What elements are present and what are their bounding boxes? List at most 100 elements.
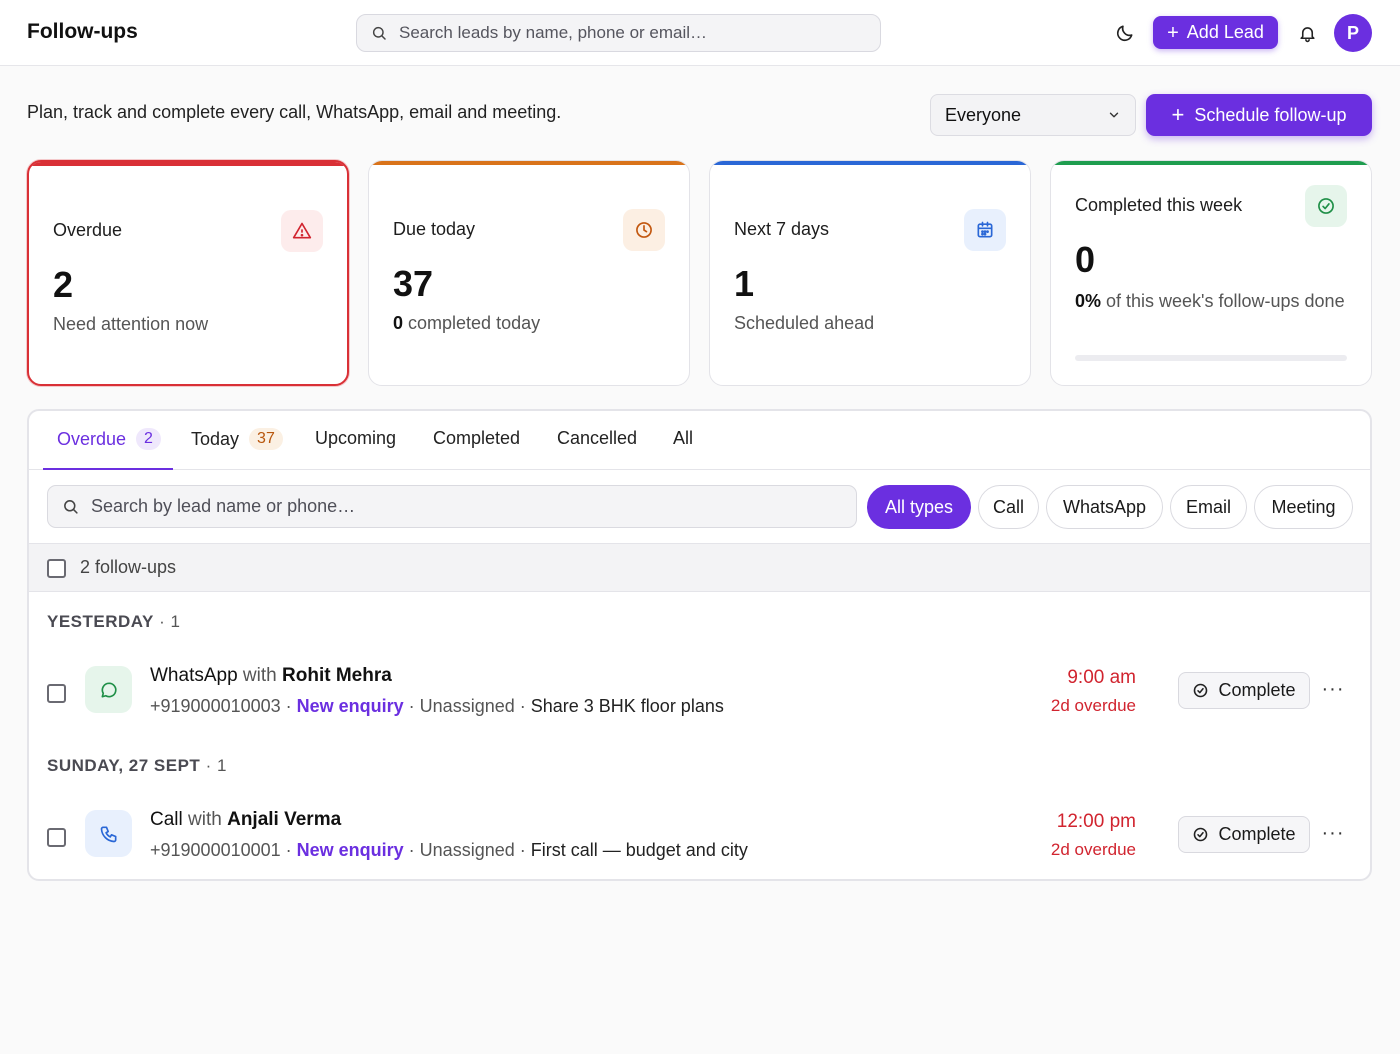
check-circle-icon bbox=[1194, 827, 1208, 842]
due-time: 12:00 pm bbox=[1056, 811, 1136, 832]
calendar-icon bbox=[977, 221, 993, 238]
stat-card-overdue[interactable]: Overdue 2 Need attention now bbox=[27, 160, 349, 386]
row-details: +919000010003 · New enquiry · Unassigned… bbox=[150, 696, 724, 717]
user-avatar[interactable]: P bbox=[1334, 14, 1372, 52]
stat-title: Completed this week bbox=[1075, 195, 1243, 215]
tab-cancelled[interactable]: Cancelled bbox=[557, 428, 637, 449]
follow-up-row[interactable]: WhatsApp with Rohit Mehra +919000010003 … bbox=[29, 656, 1370, 736]
lead-search-placeholder: Search by lead name or phone… bbox=[91, 496, 356, 516]
type-icon-wrap bbox=[85, 810, 132, 857]
stat-subtext: 0 completed today bbox=[393, 313, 540, 334]
follow-ups-count: 2 follow-ups bbox=[80, 557, 177, 577]
follow-up-row[interactable]: Call with Anjali Verma +919000010001 · N… bbox=[29, 800, 1370, 879]
stat-card-completed-week[interactable]: Completed this week 0 0% of this week's … bbox=[1050, 160, 1372, 386]
lead-name[interactable]: Rohit Mehra bbox=[282, 665, 392, 686]
tab-label: Overdue bbox=[57, 428, 127, 449]
completed-today-text: completed today bbox=[403, 313, 541, 333]
stat-title: Overdue bbox=[53, 220, 123, 240]
type-chip-call[interactable]: Call bbox=[978, 485, 1039, 529]
assignee: Unassigned bbox=[419, 696, 515, 716]
card-accent bbox=[29, 162, 347, 166]
check-circle-icon bbox=[1318, 198, 1334, 214]
tab-today[interactable]: Today 37 bbox=[191, 428, 283, 450]
select-all-checkbox[interactable] bbox=[47, 559, 66, 578]
clock-icon bbox=[636, 222, 652, 238]
warning-triangle-icon bbox=[292, 222, 312, 239]
lead-phone: +919000010003 bbox=[150, 696, 281, 716]
completed-today-count: 0 bbox=[393, 313, 404, 333]
notifications-button[interactable] bbox=[1292, 18, 1322, 48]
global-search-placeholder: Search leads by name, phone or email… bbox=[399, 23, 708, 42]
row-checkbox[interactable] bbox=[47, 684, 66, 703]
type-chip-all[interactable]: All types bbox=[867, 485, 971, 529]
separator: · bbox=[403, 696, 420, 716]
group-header: SUNDAY, 27 SEPT · 1 bbox=[47, 756, 227, 776]
tab-upcoming[interactable]: Upcoming bbox=[315, 428, 396, 449]
stat-subtext: 0% of this week's follow-ups done bbox=[1075, 287, 1345, 315]
tab-label: Upcoming bbox=[315, 428, 397, 448]
more-options-icon[interactable]: ··· bbox=[1322, 676, 1344, 702]
complete-button[interactable]: Complete bbox=[1178, 672, 1310, 709]
separator: · bbox=[403, 840, 420, 860]
row-title: WhatsApp with Rohit Mehra bbox=[150, 665, 392, 687]
stat-icon-wrap bbox=[964, 209, 1006, 251]
bell-icon bbox=[1299, 26, 1315, 42]
stat-icon-wrap bbox=[623, 209, 665, 251]
stat-card-next-7-days[interactable]: Next 7 days 1 Scheduled ahead bbox=[709, 160, 1031, 386]
lead-search-input[interactable]: Search by lead name or phone… bbox=[47, 485, 857, 528]
row-checkbox[interactable] bbox=[47, 828, 66, 847]
overdue-label: 2d overdue bbox=[1050, 696, 1136, 715]
tab-completed[interactable]: Completed bbox=[433, 428, 520, 449]
week-progress-bar bbox=[1075, 355, 1347, 361]
theme-toggle-button[interactable] bbox=[1110, 18, 1140, 48]
separator: · bbox=[280, 840, 297, 860]
stat-icon-wrap bbox=[1305, 185, 1347, 227]
lead-stage: New enquiry bbox=[296, 840, 404, 860]
stat-icon-wrap bbox=[281, 210, 323, 252]
card-accent bbox=[369, 161, 689, 165]
complete-button[interactable]: Complete bbox=[1178, 816, 1310, 853]
follow-up-note: First call — budget and city bbox=[530, 840, 748, 860]
separator: · bbox=[514, 840, 531, 860]
type-chip-email[interactable]: Email bbox=[1170, 485, 1247, 529]
stat-value: 0 bbox=[1075, 239, 1096, 280]
assignee: Unassigned bbox=[419, 840, 515, 860]
add-lead-label: Add Lead bbox=[1186, 22, 1264, 42]
stat-value: 1 bbox=[734, 263, 755, 304]
follow-up-type: Call bbox=[150, 809, 183, 830]
follow-up-type: WhatsApp bbox=[150, 665, 238, 686]
type-icon-wrap bbox=[85, 666, 132, 713]
type-chip-meeting[interactable]: Meeting bbox=[1254, 485, 1353, 529]
check-circle-icon bbox=[1194, 683, 1208, 698]
more-options-icon[interactable]: ··· bbox=[1322, 820, 1344, 846]
card-accent bbox=[1051, 161, 1371, 165]
global-search-input[interactable]: Search leads by name, phone or email… bbox=[356, 14, 881, 52]
owner-filter-select[interactable]: Everyone bbox=[930, 94, 1136, 136]
tab-count-badge: 37 bbox=[249, 428, 283, 450]
stat-card-due-today[interactable]: Due today 37 0 completed today bbox=[368, 160, 690, 386]
add-lead-button[interactable]: + Add Lead bbox=[1153, 16, 1278, 49]
tab-bar: Overdue 2 Today 37 Upcoming Completed Ca… bbox=[29, 411, 1370, 470]
type-chip-whatsapp[interactable]: WhatsApp bbox=[1046, 485, 1163, 529]
tab-all[interactable]: All bbox=[673, 428, 693, 449]
stat-value: 37 bbox=[393, 263, 434, 304]
week-percent-text: of this week's follow-ups done bbox=[1101, 291, 1345, 311]
lead-name[interactable]: Anjali Verma bbox=[227, 809, 341, 830]
group-date: YESTERDAY bbox=[47, 612, 154, 631]
bulk-select-row: 2 follow-ups bbox=[29, 543, 1370, 592]
page-subtitle: Plan, track and complete every call, Wha… bbox=[27, 102, 562, 122]
active-tab-underline bbox=[43, 468, 173, 470]
group-count: · 1 bbox=[205, 756, 227, 775]
group-date: SUNDAY, 27 SEPT bbox=[47, 756, 201, 775]
tab-count-badge: 2 bbox=[136, 428, 161, 450]
separator: · bbox=[280, 696, 297, 716]
schedule-follow-up-button[interactable]: + Schedule follow-up bbox=[1146, 94, 1372, 136]
separator: · bbox=[514, 696, 531, 716]
tab-overdue[interactable]: Overdue 2 bbox=[57, 428, 161, 450]
tab-label: Today bbox=[191, 428, 240, 449]
plus-icon: + bbox=[1167, 21, 1179, 44]
tab-label: Cancelled bbox=[557, 428, 638, 448]
page-title: Follow-ups bbox=[27, 20, 138, 43]
group-header: YESTERDAY · 1 bbox=[47, 612, 180, 632]
moon-icon bbox=[1116, 25, 1133, 42]
